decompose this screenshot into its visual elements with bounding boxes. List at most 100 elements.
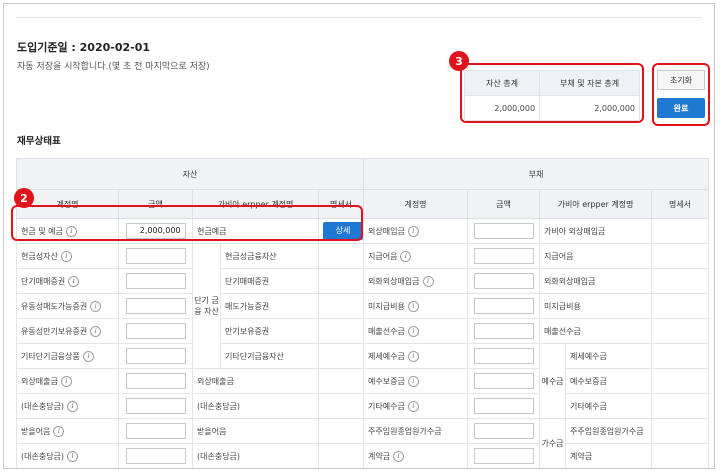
account-name: 계약금 xyxy=(368,451,391,461)
table-row: 유동성만기보유증권 i 만기보유증권 매출선수금 i 매출선수금 xyxy=(16,318,709,344)
account-name: 지급어음 xyxy=(368,251,398,261)
balance-sheet-table: 자산 부채 계정명 금액 가비아 erpper 계정명 명세서 계정명 금액 가… xyxy=(16,158,709,468)
account-name: 외상매출금 xyxy=(21,376,58,386)
erpper-sub-account: 기타단기금융자산 xyxy=(220,343,319,369)
liab-amount-header: 금액 xyxy=(467,189,540,219)
intro-date-title: 도입기준일 : 2020-02-01 xyxy=(17,41,151,54)
info-icon[interactable]: i xyxy=(393,450,405,462)
amount-input[interactable] xyxy=(473,348,534,364)
account-name: 매출선수금 xyxy=(368,326,405,336)
erpper-sub-account: 주주임원종업원가수금 xyxy=(565,418,652,444)
info-icon[interactable]: i xyxy=(407,400,419,412)
info-icon[interactable]: i xyxy=(60,250,72,262)
amount-input[interactable] xyxy=(125,373,186,389)
info-icon[interactable]: i xyxy=(65,225,77,237)
callout-badge-2: 2 xyxy=(14,188,34,208)
info-icon[interactable]: i xyxy=(67,450,79,462)
content-frame: 도입기준일 : 2020-02-01 자동 저장을 시작합니다.(몇 초 전 마… xyxy=(3,3,715,469)
account-name: 미지급비용 xyxy=(368,301,405,311)
erpper-account: 미지급비용 xyxy=(539,293,652,319)
balance-sheet-title: 재무상태표 xyxy=(17,136,61,147)
account-name: (대손충당금) xyxy=(21,401,65,411)
amount-input[interactable] xyxy=(473,323,534,339)
account-name: 예수보증금 xyxy=(368,376,405,386)
action-buttons-highlight: 초기화 완료 xyxy=(652,63,710,126)
autosave-status: 자동 저장을 시작합니다.(몇 초 전 마지막으로 저장) xyxy=(17,62,210,72)
detail-button[interactable]: 상세 xyxy=(323,222,363,240)
info-icon[interactable]: i xyxy=(407,225,419,237)
info-icon[interactable]: i xyxy=(53,425,65,437)
info-icon[interactable]: i xyxy=(400,250,412,262)
erpper-sub-account: 제세예수금 xyxy=(565,343,652,369)
liab-detail-header: 명세서 xyxy=(651,189,709,219)
amount-input[interactable] xyxy=(473,398,534,414)
erpper-account: 외화외상매입금 xyxy=(539,268,652,294)
table-row: 외상매출금 i 외상매출금 예수보증금 i 예수보증금 xyxy=(16,368,709,394)
erpper-sub-account: 계약금 xyxy=(565,443,652,468)
amount-input[interactable] xyxy=(125,298,186,314)
account-name: 외상매입금 xyxy=(368,226,405,236)
info-icon[interactable]: i xyxy=(407,300,419,312)
amount-input[interactable] xyxy=(125,323,186,339)
reset-button[interactable]: 초기화 xyxy=(657,70,705,90)
total-assets-value: 2,000,000 xyxy=(463,95,541,121)
amount-input[interactable] xyxy=(473,298,534,314)
amount-input[interactable] xyxy=(473,223,534,239)
asset-erpper-header: 가비아 erpper 계정명 xyxy=(192,189,319,219)
account-name: 받을어음 xyxy=(21,426,51,436)
done-button[interactable]: 완료 xyxy=(657,98,705,118)
amount-input[interactable] xyxy=(473,273,534,289)
info-icon[interactable]: i xyxy=(407,350,419,362)
liability-group-header: 부채 xyxy=(363,158,709,190)
amount-input[interactable] xyxy=(473,448,534,464)
erpper-account: (대손충당금) xyxy=(192,393,319,419)
amount-input[interactable] xyxy=(125,398,186,414)
amount-input[interactable] xyxy=(125,273,186,289)
total-assets-header: 자산 총계 xyxy=(463,70,541,96)
erpper-sub-account: 만기보유증권 xyxy=(220,318,319,344)
asset-category-label: 단기 금융 자산 xyxy=(192,243,221,369)
info-icon[interactable]: i xyxy=(407,325,419,337)
info-icon[interactable]: i xyxy=(422,275,434,287)
amount-input[interactable] xyxy=(125,423,186,439)
info-icon[interactable]: i xyxy=(60,375,72,387)
amount-input[interactable] xyxy=(125,248,186,264)
summary-highlight: 자산 총계 부채 및 자본 총계 2,000,000 2,000,000 xyxy=(460,63,644,123)
amount-input[interactable]: 2,000,000 xyxy=(125,223,186,239)
account-name: 현금 및 예금 xyxy=(21,226,63,236)
erpper-sub-account: 단기매매증권 xyxy=(220,268,319,294)
amount-input[interactable] xyxy=(473,423,534,439)
info-icon[interactable]: i xyxy=(82,350,94,362)
info-icon[interactable]: i xyxy=(67,400,79,412)
callout-badge-3: 3 xyxy=(449,51,469,71)
asset-detail-header: 명세서 xyxy=(318,189,364,219)
erpper-account: 매출선수금 xyxy=(539,318,652,344)
amount-input[interactable] xyxy=(473,248,534,264)
erpper-account: 외상매출금 xyxy=(192,368,319,394)
account-name: 외화외상매입금 xyxy=(368,276,420,286)
table-row: 유동성매도가능증권 i 매도가능증권 미지급비용 i 미지급비용 xyxy=(16,293,709,319)
amount-input[interactable] xyxy=(125,348,186,364)
info-icon[interactable]: i xyxy=(90,325,102,337)
amount-input[interactable] xyxy=(125,448,186,464)
liab-account-header: 계정명 xyxy=(363,189,468,219)
info-icon[interactable]: i xyxy=(68,275,80,287)
table-row: 현금성자산 i 단기 금융 자산 현금성금융자산 지급어음 i 지급어음 xyxy=(16,243,709,369)
account-name: 현금성자산 xyxy=(21,251,58,261)
erpper-account: 지급어음 xyxy=(539,243,652,269)
total-liab-equity-value: 2,000,000 xyxy=(539,95,640,121)
info-icon[interactable]: i xyxy=(90,300,102,312)
erpper-sub-account: 예수보증금 xyxy=(565,368,652,394)
account-name: 유동성만기보유증권 xyxy=(21,326,88,336)
info-icon[interactable]: i xyxy=(407,375,419,387)
top-divider xyxy=(16,17,702,18)
amount-input[interactable] xyxy=(473,373,534,389)
table-row: 기타단기금융상품 i 기타단기금융자산 제세예수금 i 예수금 제세예수금 xyxy=(16,343,709,419)
totals-table: 자산 총계 부채 및 자본 총계 2,000,000 2,000,000 xyxy=(463,70,640,121)
asset-amount-header: 금액 xyxy=(118,189,193,219)
table-row: (대손충당금) i (대손충당금) 계약금 i 계약금 xyxy=(16,443,709,468)
liability-category-label-2: 가수금 xyxy=(539,418,566,468)
account-name: 유동성매도가능증권 xyxy=(21,301,88,311)
account-name: 제세예수금 xyxy=(368,351,405,361)
account-name: 단기매매증권 xyxy=(21,276,66,286)
